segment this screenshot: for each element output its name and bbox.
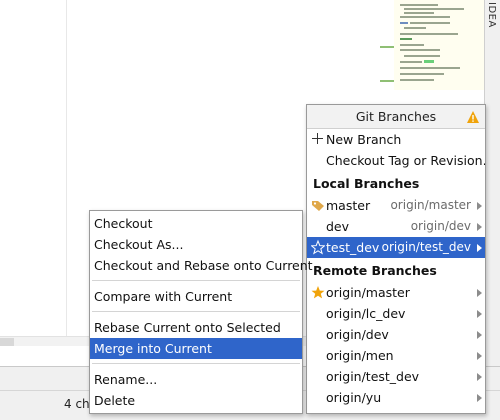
side-tab-label[interactable]: IDEA [486, 2, 497, 28]
change-marker [380, 46, 394, 48]
branch-name: origin/dev [326, 327, 389, 342]
branch-name: origin/yu [326, 390, 382, 405]
branch-name: dev [326, 219, 350, 234]
branch-item-test-dev[interactable]: test_dev origin/test_dev [307, 237, 485, 258]
branch-name: origin/master [326, 285, 410, 300]
branch-name: origin/test_dev [326, 369, 420, 384]
right-tool-strip[interactable] [484, 0, 500, 420]
remote-branch-item[interactable]: origin/master [307, 282, 485, 303]
local-branches-header: Local Branches [313, 176, 420, 191]
submenu-arrow-icon [477, 394, 482, 402]
submenu-arrow-icon [477, 352, 482, 360]
popup-header: Git Branches [307, 105, 485, 129]
menu-item-rebase-current[interactable]: Rebase Current onto Selected [90, 317, 302, 338]
remote-branches-header: Remote Branches [313, 263, 437, 278]
menu-separator [90, 359, 302, 369]
branch-context-menu: Checkout Checkout As... Checkout and Reb… [89, 210, 313, 414]
menu-item-delete[interactable]: Delete [90, 390, 302, 411]
action-label: New Branch [326, 132, 402, 147]
popup-title: Git Branches [355, 109, 437, 124]
submenu-arrow-icon [477, 373, 482, 381]
menu-item-checkout[interactable]: Checkout [90, 213, 302, 234]
checkout-tag-action[interactable]: Checkout Tag or Revision... [307, 150, 485, 171]
remote-branch-item[interactable]: origin/test_dev [307, 366, 485, 387]
editor-gutter-divider [66, 0, 67, 340]
menu-item-checkout-and-rebase[interactable]: Checkout and Rebase onto Current [90, 255, 313, 276]
star-outline-icon [311, 239, 325, 255]
branch-name: test_dev [326, 240, 380, 255]
git-branches-popup: Git Branches New Branch Checkout Tag or … [306, 104, 486, 414]
submenu-arrow-icon [477, 289, 482, 297]
submenu-arrow-icon [477, 310, 482, 318]
scrollbar-thumb[interactable] [0, 338, 14, 346]
change-marker [380, 80, 394, 82]
remote-branch-item[interactable]: origin/lc_dev [307, 303, 485, 324]
remote-branch-item[interactable]: origin/men [307, 345, 485, 366]
branch-name: origin/men [326, 348, 394, 363]
menu-separator [90, 307, 302, 317]
new-branch-action[interactable]: New Branch [307, 129, 485, 150]
submenu-arrow-icon [477, 244, 482, 252]
code-minimap [394, 0, 484, 90]
tracking-branch: origin/master [390, 198, 471, 212]
remote-branch-item[interactable]: origin/yu [307, 387, 485, 408]
menu-item-rename[interactable]: Rename... [90, 369, 302, 390]
warning-icon[interactable] [466, 110, 480, 124]
tag-icon [312, 201, 324, 211]
star-icon [311, 286, 325, 299]
action-label: Checkout Tag or Revision... [326, 153, 486, 168]
plus-icon [312, 133, 323, 144]
menu-separator [90, 276, 302, 286]
tracking-branch: origin/dev [410, 219, 471, 233]
branch-name: master [326, 198, 371, 213]
branch-item-dev[interactable]: dev origin/dev [307, 216, 485, 237]
menu-item-compare[interactable]: Compare with Current [90, 286, 302, 307]
branch-name: origin/lc_dev [326, 306, 406, 321]
submenu-arrow-icon [477, 331, 482, 339]
remote-branch-item[interactable]: origin/dev [307, 324, 485, 345]
branch-item-master[interactable]: master origin/master [307, 195, 485, 216]
tracking-branch: origin/test_dev [381, 240, 471, 254]
submenu-arrow-icon [477, 202, 482, 210]
menu-item-merge-into-current[interactable]: Merge into Current [90, 338, 302, 359]
submenu-arrow-icon [477, 223, 482, 231]
menu-item-checkout-as[interactable]: Checkout As... [90, 234, 302, 255]
